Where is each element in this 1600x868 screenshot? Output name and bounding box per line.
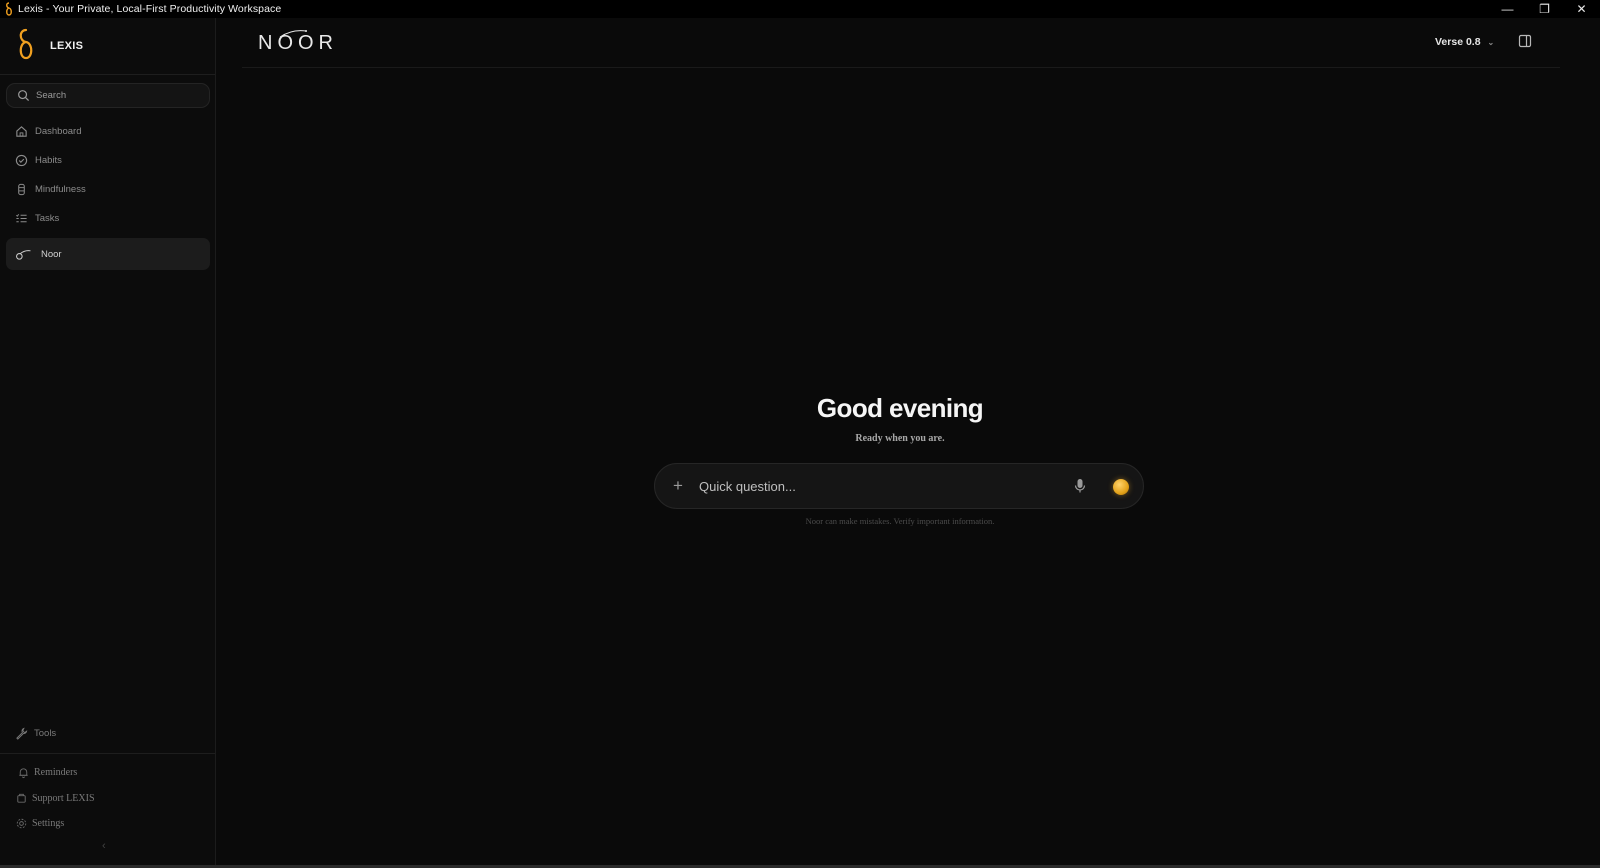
greeting-subtitle: Ready when you are. [855,433,945,444]
home-icon [14,124,28,138]
add-attachment-button[interactable]: + [673,476,683,496]
wrench-icon [14,726,28,740]
search-icon [16,89,30,103]
microphone-icon[interactable] [1073,477,1087,500]
support-label: Support LEXIS [32,792,95,804]
sidebar-item-label: Tasks [35,212,60,224]
settings-item[interactable]: Settings [14,813,64,833]
sidebar-item-habits[interactable]: Habits [6,147,210,173]
sidebar-item-label: Dashboard [35,125,82,137]
greeting-title: Good evening [816,393,984,423]
list-icon [14,211,28,225]
sidebar-item-noor[interactable]: Noor [6,238,210,270]
sidebar-item-label: Noor [41,248,62,260]
window-title: Lexis - Your Private, Local-First Produc… [18,3,282,15]
model-selector[interactable]: Verse 0.8 ⌄ [1435,36,1494,48]
prompt-input[interactable] [699,476,1029,496]
app-logo-icon [0,0,18,18]
restore-button[interactable]: ❐ [1526,0,1563,18]
sidebar: LEXIS Search Dashboard Habits Mindfulnes… [0,18,216,868]
sidebar-item-label: Habits [35,154,62,166]
model-label: Verse 0.8 [1435,36,1481,48]
prompt-box: + [654,463,1144,509]
gear-icon [14,816,28,830]
chevron-down-icon: ⌄ [1487,37,1495,47]
lexis-logo-icon [16,28,36,65]
bell-icon [16,765,30,779]
tools-label: Tools [34,727,57,739]
disclaimer-text: Noor can make mistakes. Verify important… [805,516,995,526]
brand-name: LEXIS [50,40,84,52]
sidebar-item-label: Mindfulness [35,183,86,195]
support-item[interactable]: Support LEXIS [14,788,95,808]
minimize-button[interactable]: — [1489,0,1526,18]
noor-icon [14,247,34,261]
settings-label: Settings [32,817,65,829]
send-orb-button[interactable] [1113,479,1129,495]
divider [0,753,215,754]
brand[interactable]: LEXIS [0,18,215,75]
search-input[interactable]: Search [36,90,66,101]
support-icon [14,791,28,805]
reminders-label: Reminders [34,766,78,778]
panel-toggle-icon[interactable] [1518,34,1532,53]
search-box[interactable]: Search [6,83,210,108]
window-titlebar: Lexis - Your Private, Local-First Produc… [0,0,1600,18]
sidebar-item-mindfulness[interactable]: Mindfulness [6,176,210,202]
main-header: NOOR Verse 0.8 ⌄ [242,18,1560,68]
sidebar-item-dashboard[interactable]: Dashboard [6,118,210,144]
reminders-item[interactable]: Reminders [16,762,77,782]
wordmark-arc-icon [279,30,307,38]
sidebar-item-tasks[interactable]: Tasks [6,205,210,231]
collapse-sidebar-button[interactable]: ‹ [102,840,106,852]
tools-item[interactable]: Tools [14,723,56,743]
check-circle-icon [14,153,28,167]
close-button[interactable]: ✕ [1563,0,1600,18]
mindfulness-icon [14,182,28,196]
